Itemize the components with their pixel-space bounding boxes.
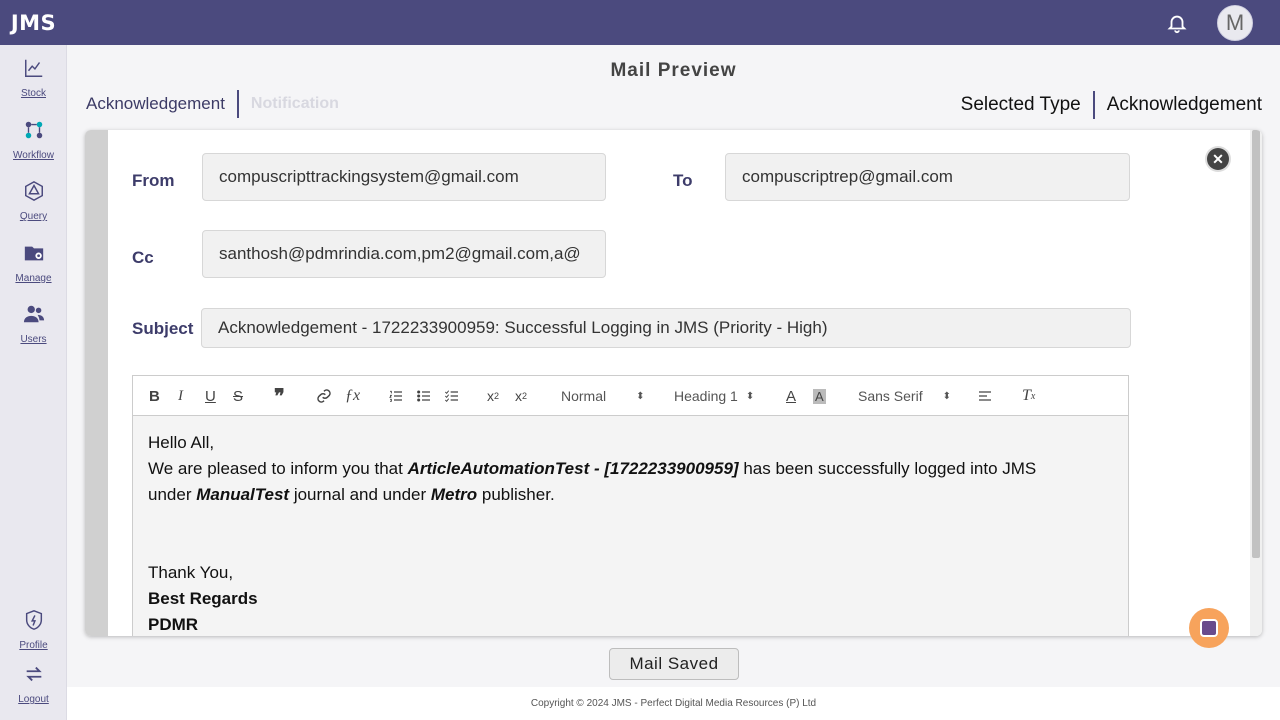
heading-select-value: Heading 1 [674, 388, 738, 404]
align-icon[interactable] [977, 376, 993, 416]
sidebar-item-logout[interactable]: Logout [0, 663, 67, 705]
workflow-icon [23, 119, 45, 146]
sidebar-item-label: Manage [15, 273, 52, 284]
scrollbar[interactable] [1250, 130, 1262, 636]
text: publisher. [481, 485, 555, 504]
sidebar-item-workflow[interactable]: Workflow [0, 119, 67, 161]
check-list-icon[interactable] [444, 376, 460, 416]
journal-name: ManualTest [196, 485, 290, 504]
selected-type-value: Acknowledgement [1106, 94, 1262, 115]
subscript-icon[interactable]: x2 [487, 376, 499, 416]
mail-type-tabs: Acknowledgement Notification [86, 90, 339, 118]
strike-icon[interactable]: S [233, 376, 243, 416]
widget-icon [1200, 619, 1218, 637]
sidebar-item-stock[interactable]: Stock [0, 57, 67, 99]
text: journal and under [293, 485, 431, 504]
sidebar-item-profile[interactable]: Profile [0, 609, 67, 651]
top-bar: JMS M [0, 0, 1280, 45]
size-select-value: Normal [561, 388, 607, 404]
card-edge [85, 130, 108, 636]
editor-toolbar: B I U S ❞ ƒx x2 x2 Normal ⬍ Heading 1 ⬍ A … [133, 376, 1128, 416]
sidebar-item-users[interactable]: Users [0, 303, 67, 345]
bell-icon[interactable] [1166, 12, 1188, 34]
selected-type-label: Selected Type [960, 94, 1081, 115]
sidebar-item-label: Query [19, 211, 48, 222]
shield-bolt-icon [23, 609, 45, 636]
select-arrows-icon: ⬍ [745, 390, 755, 402]
body-greeting: Hello All, [148, 433, 215, 452]
tab-divider [236, 90, 239, 118]
select-arrows-icon: ⬍ [636, 390, 645, 402]
from-label: From [132, 171, 175, 190]
query-icon [23, 180, 45, 207]
cc-label: Cc [132, 248, 154, 267]
floating-help-button[interactable] [1189, 608, 1229, 648]
body-regards: Best Regards [148, 589, 258, 608]
body-signature: PDMR [148, 615, 199, 634]
bold-icon[interactable]: B [149, 376, 160, 416]
rich-text-editor: B I U S ❞ ƒx x2 x2 Normal ⬍ Heading 1 ⬍ A … [132, 375, 1129, 636]
chart-line-icon [23, 57, 45, 84]
sidebar-item-label: Profile [19, 640, 48, 651]
app-logo[interactable]: JMS [0, 0, 67, 45]
sidebar: Stock Workflow Query Manage Users Profil… [0, 45, 67, 720]
page-title: Mail Preview [610, 60, 737, 81]
users-icon [23, 303, 45, 330]
subject-label: Subject [132, 319, 194, 338]
to-field[interactable]: compuscriptrep@gmail.com [725, 153, 1130, 201]
avatar[interactable]: M [1217, 5, 1253, 41]
clear-format-icon[interactable]: Tx [1022, 376, 1035, 416]
heading-select[interactable]: Heading 1 ⬍ [674, 376, 754, 416]
sidebar-item-query[interactable]: Query [0, 180, 67, 222]
body-thanks: Thank You, [148, 563, 234, 582]
text: has been successfully logged into JMS [743, 459, 1037, 478]
editor-body[interactable]: Hello All, We are pleased to inform you … [133, 416, 1128, 636]
folder-gear-icon [23, 242, 45, 269]
text: We are pleased to inform you that [148, 459, 408, 478]
size-select[interactable]: Normal ⬍ [561, 376, 645, 416]
sidebar-item-label: Logout [18, 694, 49, 705]
sidebar-item-label: Workflow [13, 150, 54, 161]
sidebar-item-manage[interactable]: Manage [0, 242, 67, 284]
body-paragraph: We are pleased to inform you that Articl… [148, 456, 1113, 508]
mail-preview-card: ✕ From compuscripttrackingsystem@gmail.c… [85, 130, 1262, 636]
blockquote-icon[interactable]: ❞ [274, 376, 285, 416]
formula-icon[interactable]: ƒx [345, 376, 360, 416]
scrollbar-thumb[interactable] [1252, 130, 1260, 558]
bullet-list-icon[interactable] [416, 376, 432, 416]
link-icon[interactable] [316, 376, 332, 416]
sidebar-item-label: Users [20, 334, 47, 345]
background-color-icon[interactable]: A [813, 376, 826, 416]
logout-icon [23, 663, 45, 690]
selected-type: Selected Type Acknowledgement [961, 91, 1262, 119]
publisher-name: Metro [430, 485, 478, 504]
tab-notification[interactable]: Notification [251, 95, 339, 113]
from-field[interactable]: compuscripttrackingsystem@gmail.com [202, 153, 606, 201]
superscript-icon[interactable]: x2 [515, 376, 527, 416]
close-icon: ✕ [1212, 150, 1224, 167]
cc-field[interactable]: santhosh@pdmrindia.com,pm2@gmail.com,a@ [202, 230, 606, 278]
to-label: To [673, 171, 693, 190]
close-button[interactable]: ✕ [1207, 148, 1229, 170]
font-select-value: Sans Serif [858, 388, 923, 404]
mail-saved-button[interactable]: Mail Saved [609, 648, 739, 680]
ordered-list-icon[interactable] [388, 376, 404, 416]
footer-copyright: Copyright © 2024 JMS - Perfect Digital M… [67, 687, 1280, 720]
subject-field[interactable]: Acknowledgement - 1722233900959: Success… [201, 308, 1131, 348]
article-name: ArticleAutomationTest - [1722233900959] [407, 459, 739, 478]
text: under [148, 485, 197, 504]
font-color-icon[interactable]: A [786, 376, 796, 416]
italic-icon[interactable]: I [178, 376, 183, 416]
font-select[interactable]: Sans Serif ⬍ [858, 376, 951, 416]
tab-acknowledgement[interactable]: Acknowledgement [86, 94, 225, 114]
select-arrows-icon: ⬍ [942, 390, 951, 402]
divider [1092, 91, 1095, 119]
sidebar-item-label: Stock [20, 88, 46, 99]
underline-icon[interactable]: U [205, 376, 216, 416]
